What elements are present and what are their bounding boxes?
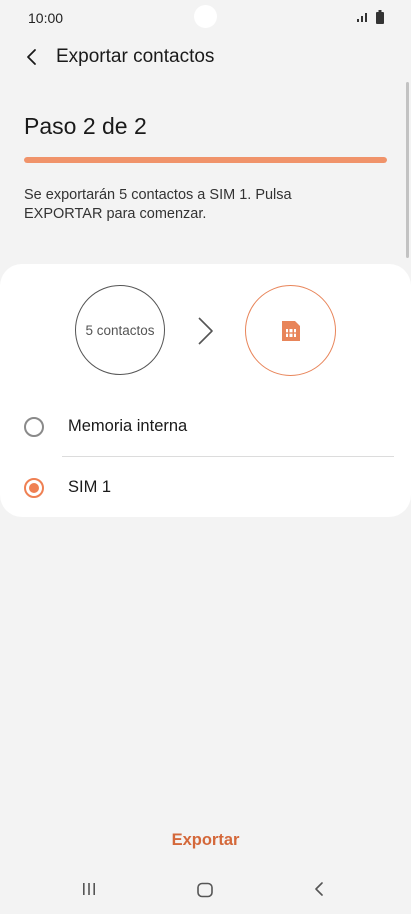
progress-bar <box>24 157 387 163</box>
progress-bar-fill <box>24 157 387 163</box>
source-circle: 5 contactos <box>75 285 165 375</box>
option-label: Memoria interna <box>68 417 188 435</box>
source-count-label: 5 contactos <box>85 322 155 338</box>
sim-card-icon <box>281 320 300 341</box>
navigation-bar <box>0 866 411 914</box>
divider <box>62 456 394 457</box>
step-title: Paso 2 de 2 <box>24 113 147 139</box>
signal-icon <box>357 13 367 22</box>
recents-icon[interactable] <box>80 881 98 897</box>
status-time: 10:00 <box>28 10 64 26</box>
scrollbar[interactable] <box>406 82 409 258</box>
export-description: Se exportarán 5 contactos a SIM 1. Pulsa… <box>24 187 292 222</box>
destination-circle <box>245 285 336 376</box>
app-bar: Exportar contactos <box>0 36 411 80</box>
option-sim1[interactable]: SIM 1 <box>0 460 411 516</box>
camera-cutout <box>194 5 217 28</box>
page-title: Exportar contactos <box>56 46 215 67</box>
status-bar: 10:00 <box>0 0 411 36</box>
radio-button-unchecked[interactable] <box>24 417 44 437</box>
nav-back-icon[interactable] <box>312 881 328 897</box>
option-internal-memory[interactable]: Memoria interna <box>0 399 411 455</box>
export-button[interactable]: Exportar <box>0 822 411 858</box>
radio-button-checked[interactable] <box>24 478 44 498</box>
battery-icon <box>376 10 384 24</box>
home-icon[interactable] <box>196 882 214 898</box>
back-arrow-icon[interactable] <box>22 46 44 68</box>
option-label: SIM 1 <box>68 478 112 496</box>
chevron-right-icon <box>198 317 213 345</box>
